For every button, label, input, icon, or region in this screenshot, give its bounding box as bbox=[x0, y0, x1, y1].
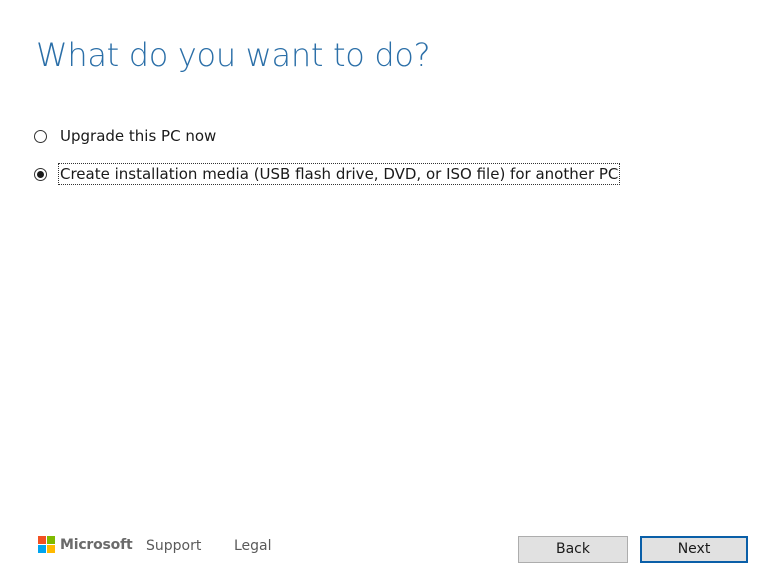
setup-page: What do you want to do? Upgrade this PC … bbox=[0, 0, 768, 580]
next-button[interactable]: Next bbox=[640, 536, 748, 563]
support-link[interactable]: Support bbox=[146, 538, 201, 554]
microsoft-brand-text: Microsoft bbox=[60, 536, 133, 553]
page-title: What do you want to do? bbox=[36, 36, 431, 74]
options-group: Upgrade this PC now Create installation … bbox=[34, 124, 621, 186]
radio-unchecked-icon[interactable] bbox=[34, 129, 47, 143]
option-upgrade-pc[interactable]: Upgrade this PC now bbox=[34, 124, 619, 148]
microsoft-logo-icon bbox=[38, 536, 55, 553]
legal-link[interactable]: Legal bbox=[234, 538, 272, 554]
option-upgrade-label[interactable]: Upgrade this PC now bbox=[59, 126, 217, 146]
radio-checked-icon[interactable] bbox=[34, 167, 47, 181]
option-create-media-label[interactable]: Create installation media (USB flash dri… bbox=[57, 163, 621, 185]
microsoft-logo: Microsoft bbox=[38, 536, 133, 553]
footer: Microsoft Support Legal Back Next bbox=[0, 530, 768, 570]
option-create-media[interactable]: Create installation media (USB flash dri… bbox=[34, 162, 621, 186]
back-button[interactable]: Back bbox=[518, 536, 628, 563]
